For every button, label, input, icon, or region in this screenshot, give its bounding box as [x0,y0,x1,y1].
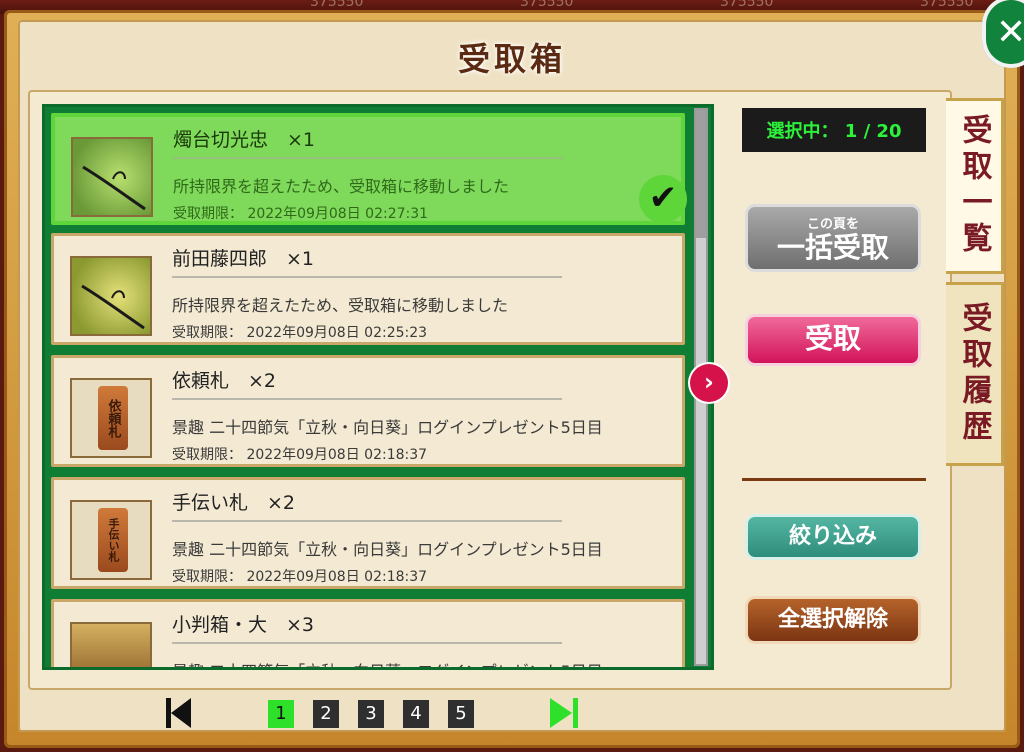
item-list: 燭台切光忠 ×1 所持限界を超えたため、受取箱に移動しました 受取期限： 202… [42,104,714,670]
item-deadline: 受取期限： 2022年09月08日 02:18:37 [172,447,428,463]
section-divider [742,478,926,481]
item-name: 手伝い札 ×2 [172,492,296,514]
sword-icon [71,137,153,217]
list-item[interactable]: 手伝い札 手伝い札 ×2 景趣 二十四節気「立秋・向日葵」ログインプレゼント5日… [51,477,685,589]
checkmark-icon: ✔ [639,175,687,223]
receive-button[interactable]: 受取 [745,314,921,366]
last-page-icon[interactable] [550,698,578,728]
page-number[interactable]: 5 [448,700,474,728]
request-tag-icon: 依頼札 [70,378,152,458]
treasure-chest-icon [70,622,152,667]
filter-button[interactable]: 絞り込み [745,514,921,560]
item-description: 景趣 二十四節気「立秋・向日葵」ログインプレゼント5日目 [172,418,603,437]
item-deadline: 受取期限： 2022年09月08日 02:25:23 [172,325,428,341]
tag-plate-label: 手伝い札 [98,508,128,572]
next-arrow-icon[interactable]: › [690,364,728,402]
item-deadline: 受取期限： 2022年09月08日 02:27:31 [173,206,429,222]
sword-icon [70,256,152,336]
tab-receive-history[interactable]: 受取履歴 [946,282,1004,466]
item-name: 燭台切光忠 ×1 [173,129,316,151]
tab-receive-list[interactable]: 受取一覧 [946,98,1004,274]
close-button[interactable]: ✕ [982,0,1024,68]
selection-counter: 選択中： 1 / 20 [742,108,926,152]
page-number[interactable]: 4 [403,700,429,728]
close-icon: ✕ [996,11,1024,53]
item-name: 前田藤四郎 ×1 [172,248,315,270]
divider [172,276,562,278]
item-deadline: 受取期限： 2022年09月08日 02:18:37 [172,569,428,585]
resource-value: 375550 [310,0,364,10]
bulk-receive-label: 一括受取 [776,231,889,264]
item-description: 所持限界を超えたため、受取箱に移動しました [173,177,510,196]
divider [172,520,562,522]
list-item[interactable]: 燭台切光忠 ×1 所持限界を超えたため、受取箱に移動しました 受取期限： 202… [51,113,687,225]
list-item[interactable]: 前田藤四郎 ×1 所持限界を超えたため、受取箱に移動しました 受取期限： 202… [51,233,685,345]
window-title: 受取箱 [457,40,566,78]
scroll-thumb[interactable] [696,110,706,238]
page-number[interactable]: 2 [313,700,339,728]
item-name: 依頼札 ×2 [172,370,277,392]
deselect-all-button[interactable]: 全選択解除 [745,596,921,644]
list-item[interactable]: 依頼札 依頼札 ×2 景趣 二十四節気「立秋・向日葵」ログインプレゼント5日目 … [51,355,685,467]
list-item[interactable]: 小判箱・大 ×3 景趣 二十四節気「立秋・向日葵」ログインプレゼント5日目 [51,599,685,667]
page-number[interactable]: 3 [358,700,384,728]
bulk-receive-sub-label: この頁を [806,217,859,232]
item-description: 景趣 二十四節気「立秋・向日葵」ログインプレゼント5日目 [172,540,603,559]
tag-plate-label: 依頼札 [98,386,128,450]
divider [172,398,562,400]
resource-value: 375550 [720,0,774,10]
resource-value: 375550 [520,0,574,10]
bulk-receive-page-button[interactable]: この頁を 一括受取 [745,204,921,272]
item-name: 小判箱・大 ×3 [172,614,315,636]
help-tag-icon: 手伝い札 [70,500,152,580]
item-description: 所持限界を超えたため、受取箱に移動しました [172,296,509,315]
first-page-icon[interactable] [166,698,192,728]
page-number[interactable]: 1 [268,700,294,728]
resource-value: 375550 [920,0,974,10]
divider [172,642,562,644]
item-description: 景趣 二十四節気「立秋・向日葵」ログインプレゼント5日目 [172,658,603,667]
divider [173,157,563,159]
